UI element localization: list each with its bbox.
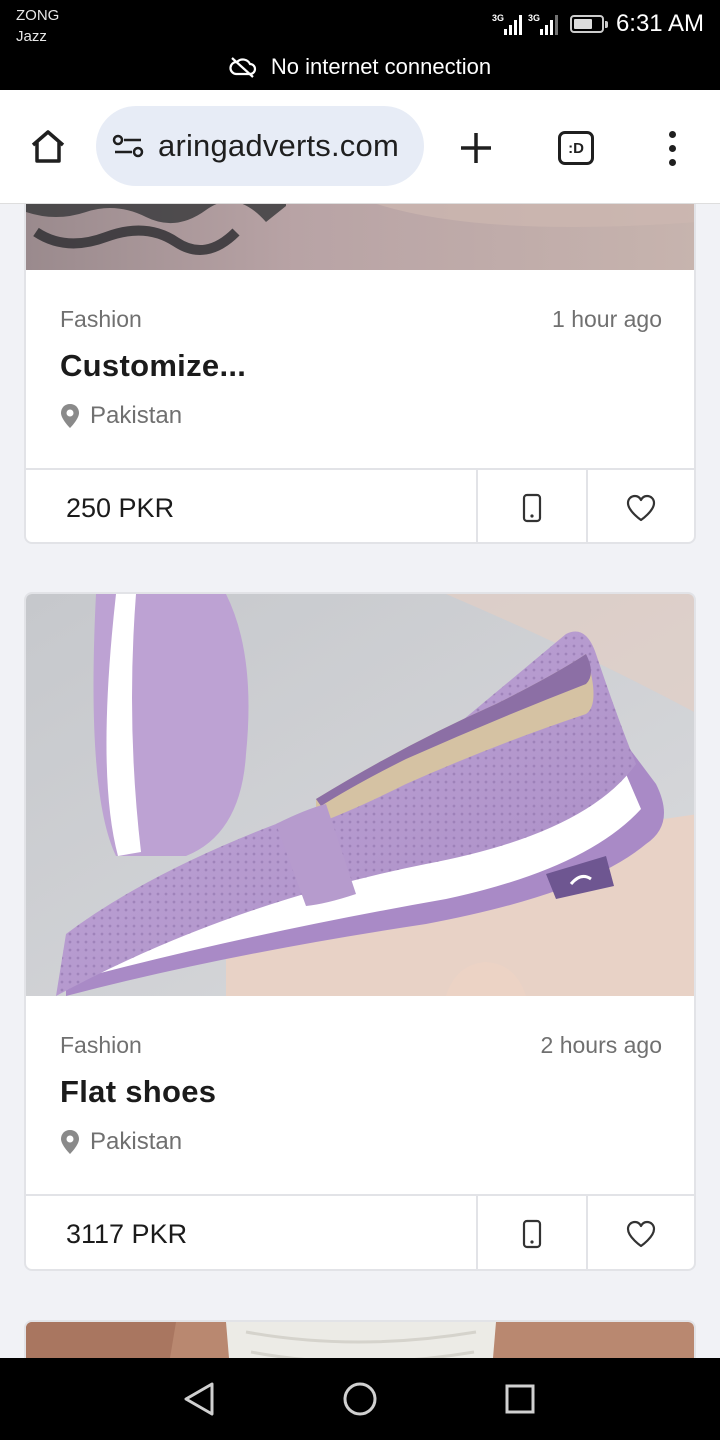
- listing-title[interactable]: Customize...: [60, 348, 246, 384]
- home-circle-icon: [343, 1382, 377, 1416]
- listing-category: Fashion: [60, 1032, 142, 1058]
- address-bar[interactable]: aringadverts.com: [96, 106, 424, 186]
- listing-price: 3117 PKR: [26, 1196, 478, 1269]
- status-bar: ZONG Jazz 3G 3G 6:31 AM No internet conn…: [0, 0, 720, 90]
- listing-location: Pakistan: [60, 1128, 182, 1156]
- offline-banner: No internet connection: [0, 54, 720, 80]
- listing-actions: 3117 PKR: [26, 1194, 694, 1269]
- recents-square-icon: [505, 1384, 535, 1414]
- listing-card[interactable]: Fashion 1 hour ago Customize... Pakistan…: [24, 180, 696, 544]
- back-triangle-icon: [184, 1382, 214, 1416]
- back-button[interactable]: [176, 1376, 222, 1422]
- signal-icon: 3G: [492, 13, 522, 35]
- heart-icon: [626, 494, 656, 522]
- listing-actions: 250 PKR: [26, 468, 694, 542]
- browser-toolbar: aringadverts.com :D: [0, 90, 720, 204]
- call-button[interactable]: [478, 470, 588, 542]
- listing-category: Fashion: [60, 306, 142, 332]
- url-text: aringadverts.com: [158, 128, 399, 163]
- favorite-button[interactable]: [588, 470, 694, 542]
- call-button[interactable]: [478, 1196, 588, 1269]
- battery-icon: [569, 15, 608, 33]
- location-text: Pakistan: [90, 402, 183, 429]
- carrier-info: ZONG Jazz: [16, 5, 59, 47]
- carrier-1: ZONG: [16, 7, 60, 24]
- site-settings-icon: [112, 134, 144, 158]
- home-button[interactable]: [22, 120, 74, 172]
- listing-title[interactable]: Flat shoes: [60, 1074, 216, 1110]
- location-pin-icon: [61, 1130, 79, 1154]
- heart-icon: [626, 1220, 656, 1248]
- signal-icon: 3G: [528, 13, 558, 35]
- listing-time: 2 hours ago: [540, 1032, 662, 1058]
- location-pin-icon: [61, 404, 79, 428]
- more-vert-icon: [668, 130, 676, 138]
- carrier-2: Jazz: [16, 28, 47, 45]
- favorite-button[interactable]: [588, 1196, 694, 1269]
- tab-count: :D: [558, 131, 594, 165]
- cloud-off-icon: [229, 57, 256, 78]
- tab-switcher-button[interactable]: :D: [552, 124, 600, 172]
- recents-button[interactable]: [497, 1376, 543, 1422]
- home-nav-button[interactable]: [337, 1376, 383, 1422]
- browser-menu-button[interactable]: [648, 124, 696, 172]
- listing-time: 1 hour ago: [552, 306, 662, 332]
- plus-icon: [461, 133, 491, 163]
- status-icons: 3G 3G 6:31 AM: [492, 8, 704, 40]
- home-icon: [31, 130, 65, 163]
- phone-icon: [522, 1219, 542, 1249]
- listing-location: Pakistan: [60, 402, 182, 430]
- offline-text: No internet connection: [270, 54, 492, 79]
- listing-image[interactable]: [26, 594, 694, 996]
- new-tab-button[interactable]: [452, 124, 500, 172]
- location-text: Pakistan: [90, 1128, 183, 1155]
- listing-price: 250 PKR: [26, 470, 478, 542]
- system-nav-bar: [0, 1358, 720, 1440]
- clock: 6:31 AM: [615, 10, 704, 37]
- battery-level: [573, 19, 593, 29]
- listing-card[interactable]: Fashion 2 hours ago Flat shoes Pakistan …: [24, 592, 696, 1271]
- phone-icon: [522, 493, 542, 523]
